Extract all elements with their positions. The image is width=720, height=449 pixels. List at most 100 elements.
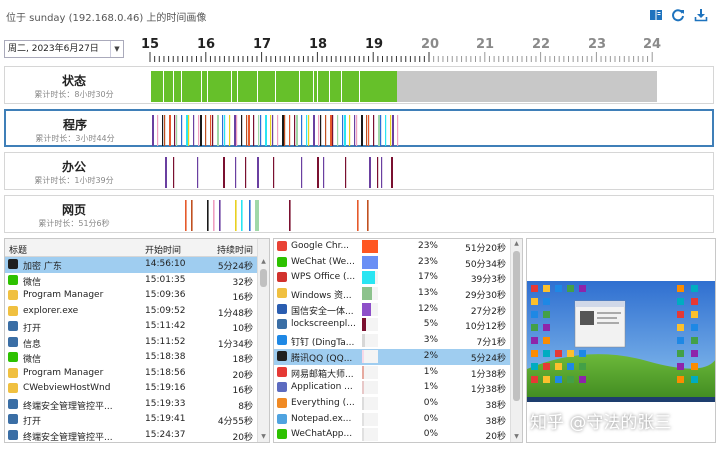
- activity-segment[interactable]: [349, 115, 351, 146]
- activity-segment[interactable]: [207, 200, 209, 231]
- activity-segment[interactable]: [356, 115, 358, 146]
- activity-segment[interactable]: [354, 115, 356, 146]
- programs-timeline[interactable]: [146, 112, 660, 146]
- activity-segment[interactable]: [223, 157, 225, 188]
- activity-segment[interactable]: [234, 115, 236, 146]
- activity-segment[interactable]: [378, 115, 380, 146]
- activity-segment[interactable]: [306, 115, 308, 146]
- activity-segment[interactable]: [345, 157, 347, 188]
- scrollbar[interactable]: ▲ ▼: [510, 239, 522, 442]
- lane-office[interactable]: 办公 累计时长：1小时39分: [4, 152, 714, 190]
- activity-segment[interactable]: [245, 157, 247, 188]
- table-row[interactable]: 微信 15:01:35 32秒: [5, 273, 269, 289]
- activity-segment[interactable]: [265, 115, 267, 146]
- activity-segment[interactable]: [273, 157, 275, 188]
- activity-segment[interactable]: [313, 71, 314, 102]
- activity-segment[interactable]: [367, 200, 369, 231]
- activity-segment[interactable]: [205, 115, 207, 146]
- activity-segment[interactable]: [255, 200, 259, 231]
- activity-segment[interactable]: [151, 71, 397, 102]
- activity-segment[interactable]: [219, 200, 221, 231]
- book-icon[interactable]: [649, 7, 663, 21]
- activity-segment[interactable]: [391, 157, 393, 188]
- activity-segment[interactable]: [181, 115, 183, 146]
- activity-segment[interactable]: [313, 115, 315, 146]
- activity-segment[interactable]: [366, 115, 368, 146]
- table-row[interactable]: 打开 15:11:42 10秒: [5, 319, 269, 335]
- activity-segment[interactable]: [361, 115, 363, 146]
- web-timeline[interactable]: [145, 197, 659, 231]
- app-row[interactable]: 腾讯QQ (QQ... 2% 5分24秒: [274, 348, 522, 365]
- table-row[interactable]: 信息 15:11:52 1分34秒: [5, 335, 269, 351]
- table-row[interactable]: CWebviewHostWnd 15:19:16 16秒: [5, 381, 269, 397]
- activity-segment[interactable]: [275, 71, 276, 102]
- app-row[interactable]: Notepad.ex... 0% 38秒: [274, 412, 522, 428]
- chevron-down-icon[interactable]: ▼: [511, 432, 522, 442]
- activity-segment[interactable]: [200, 115, 202, 146]
- activity-segment[interactable]: [185, 200, 187, 231]
- activity-segment[interactable]: [241, 200, 243, 231]
- activity-segment[interactable]: [284, 115, 286, 146]
- activity-segment[interactable]: [188, 115, 190, 146]
- table-row[interactable]: 打开 15:19:41 4分55秒: [5, 412, 269, 428]
- activity-segment[interactable]: [236, 115, 238, 146]
- activity-segment[interactable]: [186, 115, 188, 146]
- scroll-thumb[interactable]: [513, 251, 520, 401]
- activity-segment[interactable]: [217, 115, 219, 146]
- activity-segment[interactable]: [369, 157, 371, 188]
- activity-segment[interactable]: [301, 115, 303, 146]
- activity-segment[interactable]: [277, 115, 279, 146]
- lane-status[interactable]: 状态 累计时长：8小时30分: [4, 66, 714, 104]
- activity-segment[interactable]: [157, 115, 159, 146]
- chevron-up-icon[interactable]: ▲: [258, 257, 269, 267]
- activity-segment[interactable]: [235, 157, 237, 188]
- status-timeline[interactable]: [145, 68, 659, 102]
- download-icon[interactable]: [694, 7, 708, 22]
- activity-segment[interactable]: [318, 115, 320, 146]
- activity-segment[interactable]: [173, 71, 174, 102]
- activity-segment[interactable]: [260, 115, 262, 146]
- activity-segment[interactable]: [289, 200, 291, 231]
- scroll-thumb[interactable]: [260, 269, 267, 287]
- table-row[interactable]: Program Manager 15:18:56 20秒: [5, 366, 269, 382]
- activity-segment[interactable]: [380, 115, 382, 146]
- column-header[interactable]: 开始时间: [145, 243, 181, 256]
- activity-segment[interactable]: [213, 200, 215, 231]
- activity-segment[interactable]: [329, 71, 330, 102]
- activity-segment[interactable]: [342, 115, 344, 146]
- app-row[interactable]: Application ... 1% 1分38秒: [274, 380, 522, 396]
- activity-segment[interactable]: [181, 71, 182, 102]
- app-row[interactable]: Everything (... 0% 38秒: [274, 396, 522, 412]
- activity-segment[interactable]: [392, 115, 394, 146]
- activity-segment[interactable]: [169, 115, 171, 146]
- activity-segment[interactable]: [308, 115, 310, 146]
- lane-web[interactable]: 网页 累计时长：51分6秒: [4, 195, 714, 233]
- activity-segment[interactable]: [163, 71, 164, 102]
- app-row[interactable]: WeChatApp... 0% 20秒: [274, 427, 522, 442]
- activity-segment[interactable]: [201, 71, 202, 102]
- activity-segment[interactable]: [235, 200, 237, 231]
- table-row[interactable]: 终端安全管理管控平... 15:19:33 8秒: [5, 397, 269, 413]
- activity-segment[interactable]: [164, 115, 166, 146]
- table-row[interactable]: Program Manager 15:09:36 16秒: [5, 288, 269, 304]
- column-header[interactable]: 持续时间: [217, 243, 253, 256]
- activity-segment[interactable]: [229, 115, 231, 146]
- activity-segment[interactable]: [344, 115, 346, 146]
- office-timeline[interactable]: [145, 154, 659, 188]
- activity-segment[interactable]: [272, 115, 274, 146]
- activity-segment[interactable]: [368, 115, 370, 146]
- activity-segment[interactable]: [162, 115, 164, 146]
- activity-segment[interactable]: [222, 115, 224, 146]
- activity-segment[interactable]: [330, 115, 332, 146]
- chevron-up-icon[interactable]: ▲: [511, 239, 522, 249]
- chevron-down-icon[interactable]: ▼: [110, 41, 123, 57]
- activity-segment[interactable]: [301, 157, 303, 188]
- activity-segment[interactable]: [193, 115, 195, 146]
- refresh-icon[interactable]: [671, 7, 685, 22]
- scrollbar[interactable]: ▲ ▼: [257, 239, 269, 442]
- chevron-down-icon[interactable]: ▼: [258, 432, 269, 442]
- activity-segment[interactable]: [198, 115, 200, 146]
- table-row[interactable]: 加密 广东 14:56:10 5分24秒: [5, 257, 269, 273]
- activity-segment[interactable]: [257, 71, 258, 102]
- table-row[interactable]: explorer.exe 15:09:52 1分48秒: [5, 304, 269, 320]
